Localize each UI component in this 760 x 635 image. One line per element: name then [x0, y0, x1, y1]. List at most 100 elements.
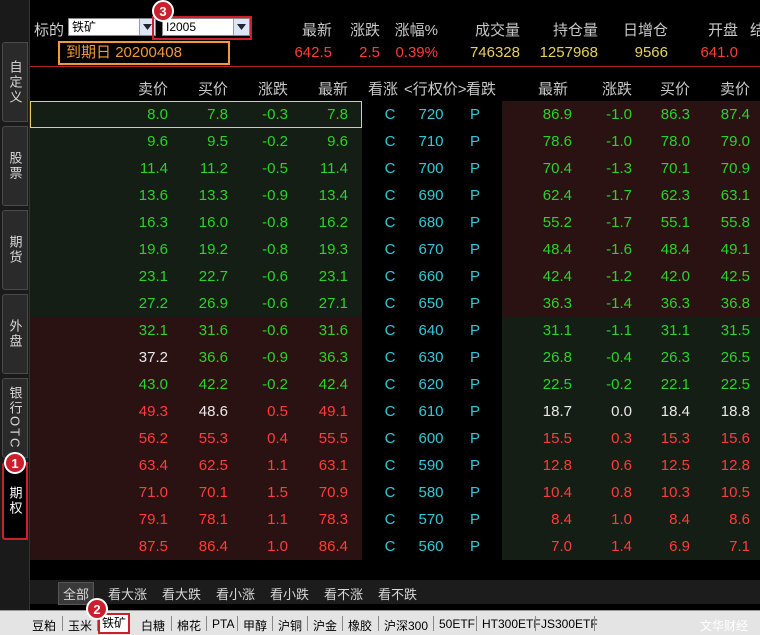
cell-c-last[interactable]: 23.1 [306, 268, 348, 285]
cell-c-chg[interactable]: -0.5 [246, 160, 288, 177]
cell-c-bid[interactable]: 9.5 [190, 133, 228, 150]
cell-p-ask[interactable]: 12.8 [706, 457, 750, 474]
call-marker[interactable]: C [382, 160, 398, 177]
cell-c-chg[interactable]: -0.6 [246, 268, 288, 285]
cell-c-ask[interactable]: 37.2 [132, 349, 168, 366]
cell-p-bid[interactable]: 15.3 [648, 430, 690, 447]
tab-futures[interactable]: 期货 [2, 210, 28, 290]
put-marker[interactable]: P [468, 430, 482, 447]
cell-p-ask[interactable]: 55.8 [706, 214, 750, 231]
put-marker[interactable]: P [468, 133, 482, 150]
cell-p-bid[interactable]: 12.5 [648, 457, 690, 474]
cell-c-last[interactable]: 36.3 [306, 349, 348, 366]
th-put-bid[interactable]: 买价 [660, 78, 690, 99]
cell-c-chg[interactable]: -0.6 [246, 295, 288, 312]
table-row[interactable]: 13.6 13.3 -0.9 13.4 62.4 -1.7 62.3 63.1 C 690 P [30, 182, 760, 209]
cell-c-last[interactable]: 55.5 [306, 430, 348, 447]
table-row[interactable]: 16.3 16.0 -0.8 16.2 55.2 -1.7 55.1 55.8 C 680 P [30, 209, 760, 236]
cell-c-last[interactable]: 7.8 [306, 106, 348, 123]
cell-p-last[interactable]: 31.1 [532, 322, 572, 339]
cell-p-bid[interactable]: 18.4 [648, 403, 690, 420]
btab-methanol[interactable]: 甲醇 [243, 617, 267, 634]
cell-c-last[interactable]: 11.4 [306, 160, 348, 177]
cell-c-bid[interactable]: 48.6 [190, 403, 228, 420]
cell-c-last[interactable]: 9.6 [306, 133, 348, 150]
call-marker[interactable]: C [382, 241, 398, 258]
cell-c-ask[interactable]: 9.6 [132, 133, 168, 150]
cell-p-chg[interactable]: 0.3 [590, 430, 632, 447]
btab-copper[interactable]: 沪铜 [278, 617, 302, 634]
call-marker[interactable]: C [382, 187, 398, 204]
table-row[interactable]: 27.2 26.9 -0.6 27.1 36.3 -1.4 36.3 36.8 C 650 P [30, 290, 760, 317]
cell-p-chg[interactable]: -1.3 [590, 160, 632, 177]
cell-p-chg[interactable]: -1.7 [590, 214, 632, 231]
put-marker[interactable]: P [468, 403, 482, 420]
cell-c-ask[interactable]: 16.3 [132, 214, 168, 231]
cell-c-ask[interactable]: 32.1 [132, 322, 168, 339]
cell-c-last[interactable]: 70.9 [306, 484, 348, 501]
cell-p-ask[interactable]: 15.6 [706, 430, 750, 447]
cell-c-bid[interactable]: 86.4 [190, 538, 228, 555]
cell-p-bid[interactable]: 55.1 [648, 214, 690, 231]
cell-c-last[interactable]: 49.1 [306, 403, 348, 420]
put-marker[interactable]: P [468, 511, 482, 528]
cell-p-ask[interactable]: 70.9 [706, 160, 750, 177]
cell-c-ask[interactable]: 8.0 [132, 106, 168, 123]
put-marker[interactable]: P [468, 268, 482, 285]
cell-c-chg[interactable]: -0.2 [246, 376, 288, 393]
cell-c-last[interactable]: 78.3 [306, 511, 348, 528]
table-row[interactable]: 63.4 62.5 1.1 63.1 12.8 0.6 12.5 12.8 C 590 P [30, 452, 760, 479]
cell-p-bid[interactable]: 26.3 [648, 349, 690, 366]
cell-p-ask[interactable]: 7.1 [706, 538, 750, 555]
cell-c-bid[interactable]: 26.9 [190, 295, 228, 312]
cell-p-bid[interactable]: 6.9 [648, 538, 690, 555]
cell-c-ask[interactable]: 56.2 [132, 430, 168, 447]
cell-c-chg[interactable]: -0.9 [246, 187, 288, 204]
underlying-select[interactable]: 铁矿 [68, 18, 156, 36]
cell-p-chg[interactable]: 0.0 [590, 403, 632, 420]
cell-p-ask[interactable]: 79.0 [706, 133, 750, 150]
call-marker[interactable]: C [382, 511, 398, 528]
call-marker[interactable]: C [382, 484, 398, 501]
cell-p-ask[interactable]: 26.5 [706, 349, 750, 366]
filter-not-up[interactable]: 看不涨 [324, 584, 363, 603]
filter-small-up[interactable]: 看小涨 [216, 584, 255, 603]
cell-c-chg[interactable]: 0.5 [246, 403, 288, 420]
table-row[interactable]: 79.1 78.1 1.1 78.3 8.4 1.0 8.4 8.6 C 570 P [30, 506, 760, 533]
cell-p-ask[interactable]: 36.8 [706, 295, 750, 312]
filter-not-down[interactable]: 看不跌 [378, 584, 417, 603]
cell-p-chg[interactable]: -1.0 [590, 133, 632, 150]
put-marker[interactable]: P [468, 160, 482, 177]
cell-p-ask[interactable]: 8.6 [706, 511, 750, 528]
put-marker[interactable]: P [468, 457, 482, 474]
cell-p-chg[interactable]: 1.0 [590, 511, 632, 528]
call-marker[interactable]: C [382, 106, 398, 123]
cell-c-chg[interactable]: 0.4 [246, 430, 288, 447]
cell-p-chg[interactable]: -0.2 [590, 376, 632, 393]
cell-c-ask[interactable]: 87.5 [132, 538, 168, 555]
table-row[interactable]: 11.4 11.2 -0.5 11.4 70.4 -1.3 70.1 70.9 C 700 P [30, 155, 760, 182]
cell-p-bid[interactable]: 48.4 [648, 241, 690, 258]
tab-custom[interactable]: 自定义 [2, 42, 28, 122]
th-call-last[interactable]: 最新 [318, 78, 348, 99]
cell-c-bid[interactable]: 11.2 [190, 160, 228, 177]
put-marker[interactable]: P [468, 106, 482, 123]
put-marker[interactable]: P [468, 241, 482, 258]
table-row[interactable]: 19.6 19.2 -0.8 19.3 48.4 -1.6 48.4 49.1 C 670 P [30, 236, 760, 263]
cell-p-ask[interactable]: 10.5 [706, 484, 750, 501]
cell-p-chg[interactable]: -1.1 [590, 322, 632, 339]
th-strike[interactable]: <行权价> [404, 78, 467, 99]
btab-50etf[interactable]: 50ETF [439, 617, 475, 631]
cell-p-last[interactable]: 12.8 [532, 457, 572, 474]
btab-pta[interactable]: PTA [212, 617, 234, 631]
cell-c-chg[interactable]: 1.0 [246, 538, 288, 555]
cell-p-bid[interactable]: 62.3 [648, 187, 690, 204]
cell-c-bid[interactable]: 31.6 [190, 322, 228, 339]
th-call-bid[interactable]: 买价 [198, 78, 228, 99]
cell-p-ask[interactable]: 63.1 [706, 187, 750, 204]
cell-p-last[interactable]: 18.7 [532, 403, 572, 420]
cell-p-bid[interactable]: 86.3 [648, 106, 690, 123]
cell-c-chg[interactable]: 1.1 [246, 457, 288, 474]
btab-sugar[interactable]: 白糖 [141, 617, 165, 634]
call-marker[interactable]: C [382, 538, 398, 555]
